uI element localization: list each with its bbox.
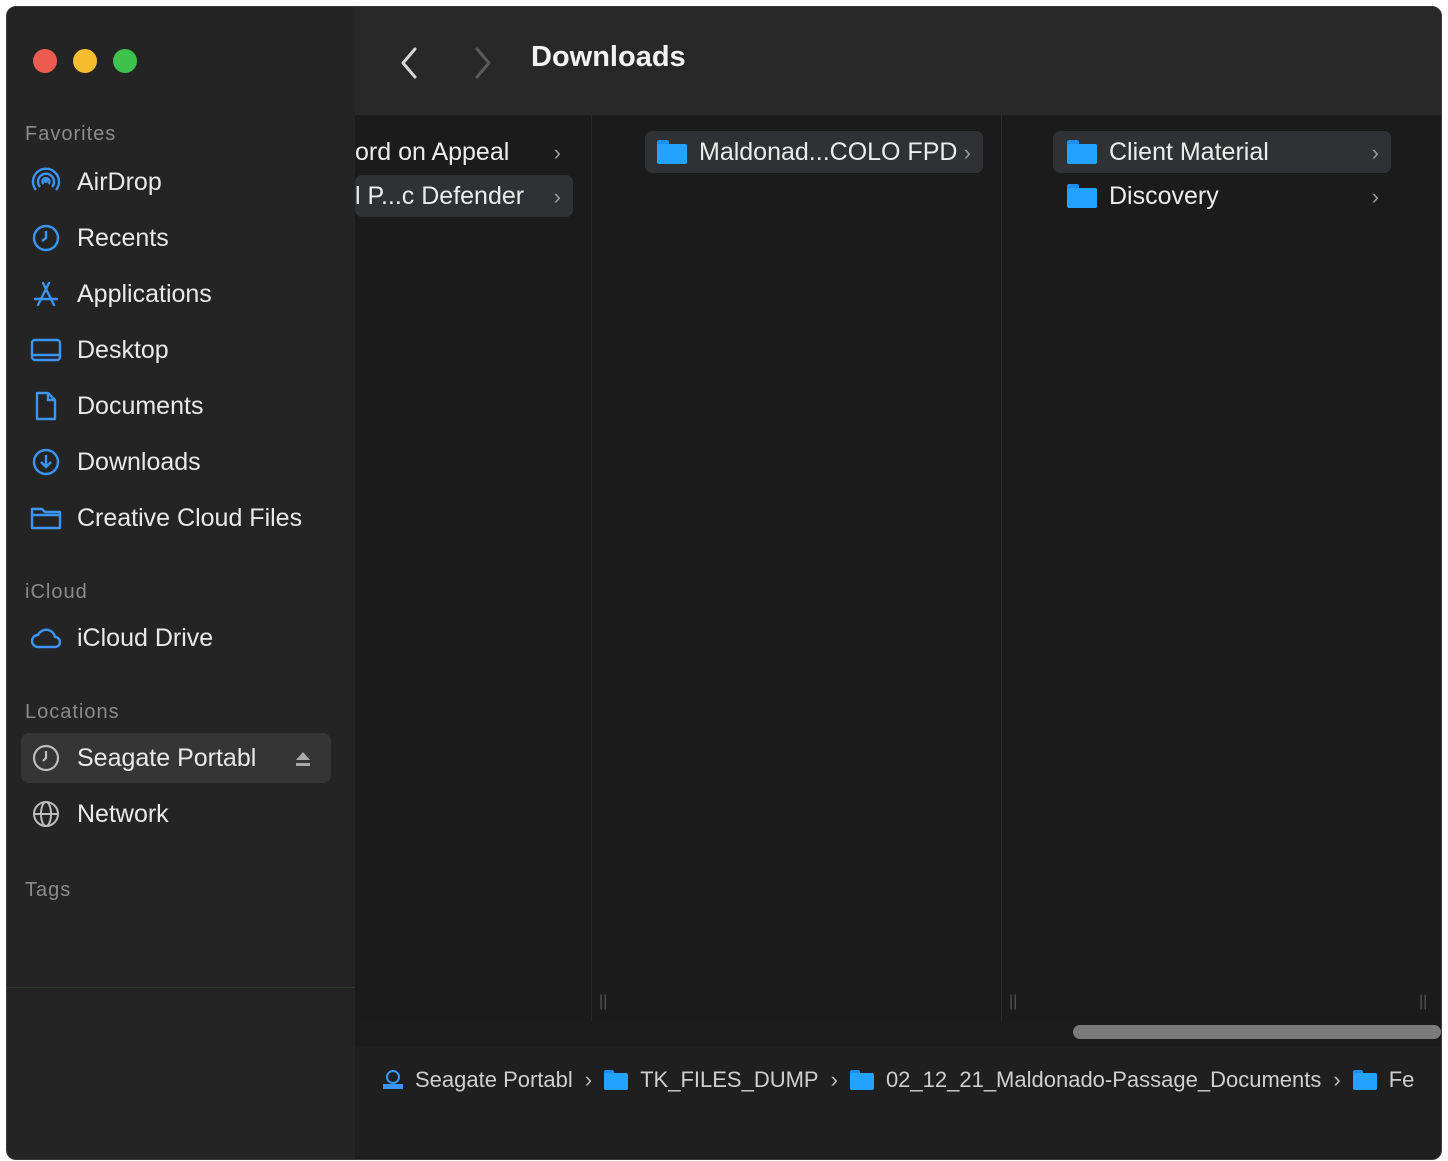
- sidebar-item-label: Desktop: [77, 335, 169, 364]
- sidebar-item-network[interactable]: Network: [21, 789, 331, 839]
- sidebar-item-airdrop[interactable]: AirDrop: [21, 157, 331, 207]
- folder-icon: [657, 140, 687, 164]
- sidebar-item-downloads[interactable]: Downloads: [21, 437, 331, 487]
- path-segment-label: TK_FILES_DUMP: [640, 1067, 819, 1092]
- sidebar: Favorites AirDrop Recents Applications D…: [7, 7, 355, 1159]
- column-item[interactable]: Client Material ›: [1053, 131, 1391, 173]
- folder-icon: [849, 1070, 874, 1090]
- column-item[interactable]: ord on Appeal ›: [355, 131, 573, 173]
- sidebar-item-label: Applications: [77, 279, 212, 308]
- minimize-button[interactable]: [73, 49, 97, 73]
- window-title: Downloads: [531, 41, 686, 73]
- drive-icon: [383, 1070, 403, 1089]
- chevron-right-icon: ›: [1333, 1067, 1341, 1092]
- column-item-label: Discovery: [1109, 181, 1219, 210]
- path-bar: Seagate Portabl › TK_FILES_DUMP › 02_12_…: [355, 1047, 1441, 1157]
- column-item-label: l P...c Defender: [355, 181, 525, 210]
- airdrop-icon: [29, 165, 63, 199]
- sidebar-item-label: Recents: [77, 223, 169, 252]
- sidebar-item-label: Seagate Portabl: [77, 743, 257, 772]
- column-item-label: Client Material: [1109, 137, 1269, 166]
- column-1: ord on Appeal › l P...c Defender › ||: [355, 115, 607, 1021]
- finder-window: Favorites AirDrop Recents Applications D…: [6, 6, 1442, 1160]
- folder-icon: [604, 1070, 629, 1090]
- path-segment-seagate[interactable]: Seagate Portabl: [381, 1067, 573, 1093]
- close-button[interactable]: [33, 49, 57, 73]
- column-item[interactable]: Discovery ›: [1053, 175, 1391, 217]
- folder-icon: [1352, 1070, 1377, 1090]
- sidebar-item-creative-cloud-files[interactable]: Creative Cloud Files: [21, 493, 331, 543]
- path-segment-fe[interactable]: Fe: [1352, 1067, 1415, 1093]
- drive-icon: [29, 741, 63, 775]
- path-segment-label: Fe: [1388, 1067, 1415, 1092]
- sidebar-item-seagate-portabl[interactable]: Seagate Portabl: [21, 733, 331, 783]
- column-view: ord on Appeal › l P...c Defender › || Ma…: [355, 115, 1441, 1021]
- folder-icon: [1067, 184, 1097, 208]
- download-icon: [29, 445, 63, 479]
- sidebar-item-label: iCloud Drive: [77, 623, 214, 652]
- network-icon: [29, 797, 63, 831]
- chevron-right-icon: [475, 47, 491, 79]
- path-segment-label: 02_12_21_Maldonado-Passage_Documents: [885, 1067, 1322, 1092]
- applications-icon: [29, 277, 63, 311]
- sidebar-item-desktop[interactable]: Desktop: [21, 325, 331, 375]
- back-button[interactable]: [395, 43, 425, 83]
- sidebar-item-recents[interactable]: Recents: [21, 213, 331, 263]
- window-controls: [33, 49, 137, 73]
- eject-icon[interactable]: [293, 747, 313, 776]
- sidebar-item-label: Downloads: [77, 447, 201, 476]
- section-tags: Tags: [25, 879, 72, 901]
- clock-icon: [29, 221, 63, 255]
- column-resize-handle[interactable]: ||: [1419, 993, 1427, 1011]
- cloud-icon: [29, 621, 63, 655]
- section-icloud: iCloud: [25, 581, 88, 603]
- column-2: Maldonad...COLO FPD › ||: [595, 115, 1017, 1021]
- path-segment-documents[interactable]: 02_12_21_Maldonado-Passage_Documents: [849, 1067, 1322, 1093]
- column-item-label: ord on Appeal: [355, 137, 510, 166]
- folder-icon: [1067, 140, 1097, 164]
- chevron-right-icon: ›: [830, 1067, 838, 1092]
- chevron-left-icon: [401, 47, 417, 79]
- divider: [7, 987, 355, 988]
- desktop-icon: [29, 333, 63, 367]
- sidebar-item-label: Documents: [77, 391, 204, 420]
- chevron-right-icon: ›: [1371, 140, 1379, 165]
- path-segment-label: Seagate Portabl: [415, 1067, 573, 1092]
- section-favorites: Favorites: [25, 123, 117, 145]
- sidebar-item-documents[interactable]: Documents: [21, 381, 331, 431]
- column-3: Client Material › Discovery › ||: [1005, 115, 1439, 1021]
- toolbar: Downloads: [355, 7, 1441, 115]
- sidebar-item-label: Creative Cloud Files: [77, 503, 303, 532]
- section-locations: Locations: [25, 701, 120, 723]
- chevron-right-icon: ›: [553, 184, 561, 209]
- sidebar-item-label: Network: [77, 799, 169, 828]
- folder-icon: [29, 501, 63, 535]
- chevron-right-icon: ›: [584, 1067, 593, 1092]
- chevron-right-icon: ›: [963, 140, 971, 165]
- sidebar-item-label: AirDrop: [77, 167, 162, 196]
- column-item[interactable]: Maldonad...COLO FPD ›: [645, 131, 983, 173]
- sidebar-item-icloud-drive[interactable]: iCloud Drive: [21, 613, 331, 663]
- zoom-button[interactable]: [113, 49, 137, 73]
- column-item[interactable]: l P...c Defender ›: [355, 175, 573, 217]
- chevron-right-icon: ›: [1371, 184, 1379, 209]
- document-icon: [29, 389, 63, 423]
- horizontal-scrollbar[interactable]: [1073, 1025, 1441, 1039]
- chevron-right-icon: ›: [553, 140, 561, 165]
- forward-button[interactable]: [467, 43, 497, 83]
- column-item-label: Maldonad...COLO FPD: [699, 137, 958, 166]
- path-segment-tk-files-dump[interactable]: TK_FILES_DUMP: [604, 1067, 819, 1093]
- sidebar-item-applications[interactable]: Applications: [21, 269, 331, 319]
- path: Seagate Portabl › TK_FILES_DUMP › 02_12_…: [381, 1067, 1414, 1093]
